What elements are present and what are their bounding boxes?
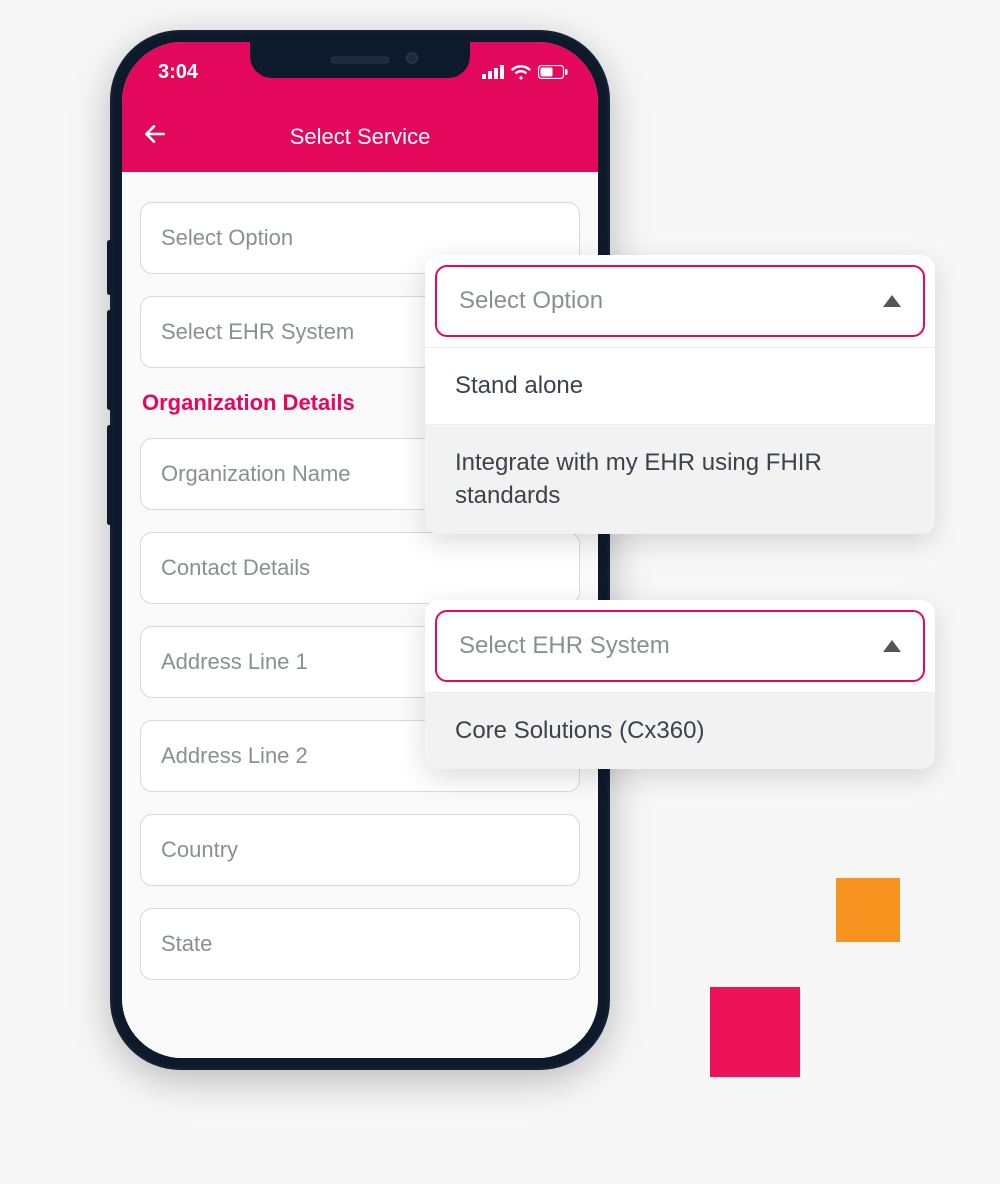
select-option-label: Select Option: [459, 287, 603, 315]
speaker-grill: [330, 56, 390, 64]
state-input[interactable]: State: [140, 908, 580, 980]
select-ehr-trigger[interactable]: Select EHR System: [435, 610, 925, 682]
decorative-square-orange: [836, 878, 900, 942]
phone-side-button: [107, 425, 112, 525]
page-title: Select Service: [180, 124, 578, 150]
back-arrow-icon[interactable]: [142, 121, 180, 154]
app-header: Select Service: [122, 102, 598, 172]
phone-side-button: [107, 310, 112, 410]
front-camera-icon: [406, 52, 418, 64]
select-ehr-dropdown-panel: Select EHR System Core Solutions (Cx360): [425, 600, 935, 769]
contact-details-input[interactable]: Contact Details: [140, 532, 580, 604]
caret-up-icon: [883, 295, 901, 307]
status-icons: [482, 64, 568, 80]
select-option-trigger[interactable]: Select Option: [435, 265, 925, 337]
select-ehr-label: Select EHR System: [459, 632, 670, 660]
phone-notch: [250, 42, 470, 78]
cellular-icon: [482, 65, 504, 79]
select-ehr-item-core-solutions[interactable]: Core Solutions (Cx360): [425, 692, 935, 769]
caret-up-icon: [883, 640, 901, 652]
country-input[interactable]: Country: [140, 814, 580, 886]
select-option-item-stand-alone[interactable]: Stand alone: [425, 347, 935, 424]
wifi-icon: [510, 64, 532, 80]
battery-icon: [538, 65, 568, 79]
phone-frame: 3:04 Select Service Select Option Select…: [110, 30, 610, 1070]
decorative-square-magenta: [710, 987, 800, 1077]
select-option-dropdown-panel: Select Option Stand alone Integrate with…: [425, 255, 935, 534]
status-time: 3:04: [158, 61, 198, 84]
phone-screen: 3:04 Select Service Select Option Select…: [122, 42, 598, 1058]
phone-side-button: [107, 240, 112, 295]
select-option-item-integrate-fhir[interactable]: Integrate with my EHR using FHIR standar…: [425, 424, 935, 534]
